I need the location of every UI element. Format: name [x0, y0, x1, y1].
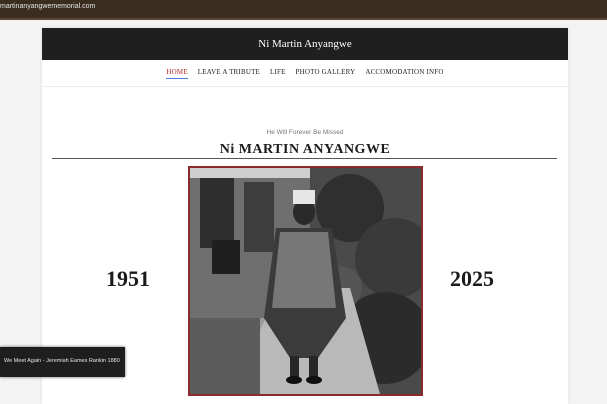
death-year: 2025 — [450, 266, 494, 291]
url-text[interactable]: martinanyangwememorial.com — [0, 3, 95, 10]
audio-track-title: We Meet Again - Jeremiah Eames Rankin 18… — [4, 358, 120, 364]
birth-year: 1951 — [106, 266, 150, 291]
site-header: Ni Martin Anyangwe — [42, 28, 568, 60]
nav-photo-gallery[interactable]: PHOTO GALLERY — [296, 68, 356, 76]
memorial-name: Ni MARTIN ANYANGWE — [219, 142, 391, 157]
nav-life[interactable]: LIFE — [270, 68, 286, 76]
audio-player[interactable]: We Meet Again - Jeremiah Eames Rankin 18… — [0, 347, 125, 377]
nav-divider — [42, 86, 568, 87]
portrait-image — [190, 168, 421, 394]
nav-accomodation-info[interactable]: ACCOMODATION INFO — [365, 68, 443, 76]
site-title[interactable]: Ni Martin Anyangwe — [42, 38, 568, 50]
main-nav: HOME LEAVE A TRIBUTE LIFE PHOTO GALLERY … — [42, 68, 568, 79]
nav-leave-a-tribute[interactable]: LEAVE A TRIBUTE — [198, 68, 260, 76]
portrait-photo — [188, 166, 423, 396]
nav-home[interactable]: HOME — [166, 68, 188, 79]
browser-address-bar[interactable]: martinanyangwememorial.com — [0, 0, 607, 20]
tagline: He Will Forever Be Missed — [266, 129, 344, 136]
title-rule — [52, 158, 557, 159]
